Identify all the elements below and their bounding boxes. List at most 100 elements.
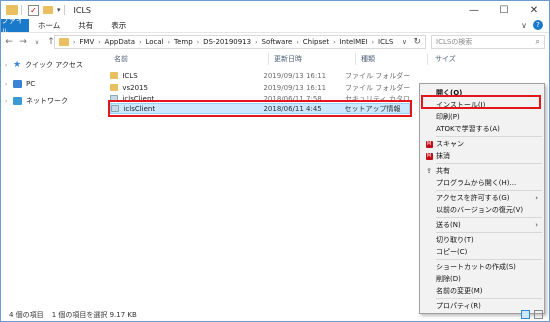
expand-icon[interactable]: › bbox=[5, 81, 13, 88]
breadcrumb-separator: › bbox=[255, 38, 258, 46]
breadcrumb-separator: › bbox=[371, 38, 375, 46]
back-button[interactable]: ← bbox=[3, 37, 15, 47]
menu-label: 共有 bbox=[436, 167, 450, 175]
properties-quick-icon[interactable]: ✓ bbox=[28, 4, 39, 16]
maximize-button[interactable]: ☐ bbox=[489, 1, 519, 19]
breadcrumb-icls[interactable]: ICLS bbox=[378, 38, 393, 46]
menu-item-atok[interactable]: ATOKで学習する(A) bbox=[420, 123, 544, 135]
submenu-arrow-icon: › bbox=[535, 194, 538, 202]
column-header-type[interactable]: 種類 bbox=[361, 54, 375, 64]
menu-separator bbox=[436, 136, 542, 137]
context-menu: 開く(O) インストール(I) 印刷(P) ATOKで学習する(A) M スキャン… bbox=[419, 83, 545, 314]
tab-file[interactable]: ファイル bbox=[1, 16, 29, 36]
menu-label: プログラムから開く(H)... bbox=[436, 179, 517, 187]
menu-item-restore[interactable]: 以前のバージョンの復元(V) bbox=[420, 204, 544, 216]
refresh-icon[interactable]: ↻ bbox=[413, 37, 421, 47]
recent-locations-icon[interactable]: ∨ bbox=[31, 39, 43, 46]
menu-item-delete[interactable]: 削除(D) bbox=[420, 273, 544, 285]
menu-label: 抹消 bbox=[436, 152, 450, 160]
menu-label: 以前のバージョンの復元(V) bbox=[436, 206, 524, 214]
expand-icon[interactable]: › bbox=[5, 98, 13, 105]
menu-separator bbox=[436, 232, 542, 233]
nav-item-quick-access[interactable]: › ★ クイック アクセス bbox=[5, 59, 83, 71]
menu-label: コピー(C) bbox=[436, 248, 468, 256]
menu-item-share[interactable]: ⇪ 共有 bbox=[420, 165, 544, 177]
column-header-size[interactable]: サイズ bbox=[435, 54, 456, 64]
divider bbox=[63, 5, 65, 15]
nav-item-pc[interactable]: › PC bbox=[5, 78, 35, 90]
new-folder-quick-icon[interactable] bbox=[43, 6, 53, 14]
status-bar: 4 個の項目 1 個の項目を選択 9.17 KB bbox=[1, 308, 549, 322]
menu-label: ATOKで学習する(A) bbox=[436, 125, 500, 133]
breadcrumb-chipset[interactable]: Chipset bbox=[303, 38, 329, 46]
search-icon[interactable]: ⌕ bbox=[536, 37, 540, 47]
breadcrumb-separator: › bbox=[139, 38, 142, 46]
submenu-arrow-icon: › bbox=[535, 221, 538, 229]
file-type: ファイル フォルダー bbox=[345, 71, 410, 80]
breadcrumb-local[interactable]: Local bbox=[145, 38, 163, 46]
menu-item-create-shortcut[interactable]: ショートカットの作成(S) bbox=[420, 261, 544, 273]
nav-label: クイック アクセス bbox=[25, 61, 83, 69]
breadcrumb-separator: › bbox=[167, 38, 171, 46]
folder-icon bbox=[59, 38, 69, 46]
menu-item-scan[interactable]: M スキャン bbox=[420, 138, 544, 150]
large-icons-view-icon[interactable] bbox=[534, 310, 543, 319]
ribbon-right: ∨ ? bbox=[521, 20, 543, 30]
menu-item-cut[interactable]: 切り取り(T) bbox=[420, 234, 544, 246]
menu-label: 削除(D) bbox=[436, 275, 461, 283]
menu-label: ショートカットの作成(S) bbox=[436, 263, 516, 271]
breadcrumb-separator: › bbox=[333, 38, 336, 46]
highlight-box bbox=[421, 95, 541, 109]
menu-label: 名前の変更(M) bbox=[436, 287, 483, 295]
menu-item-rename[interactable]: 名前の変更(M) bbox=[420, 285, 544, 297]
address-bar[interactable]: › FMV › AppData › Local › Temp › DS-2019… bbox=[54, 35, 426, 49]
search-input[interactable]: ICLSの検索 ⌕ bbox=[431, 35, 545, 49]
expand-icon[interactable]: › bbox=[5, 62, 13, 69]
tab-view[interactable]: 表示 bbox=[102, 19, 135, 32]
close-button[interactable]: ✕ bbox=[519, 1, 549, 19]
menu-item-copy[interactable]: コピー(C) bbox=[420, 246, 544, 258]
breadcrumb-software[interactable]: Software bbox=[262, 38, 293, 46]
column-divider[interactable] bbox=[427, 53, 428, 65]
menu-item-erase[interactable]: M 抹消 bbox=[420, 150, 544, 162]
window-controls: — ☐ ✕ bbox=[459, 1, 549, 19]
folder-icon bbox=[110, 72, 119, 79]
tab-share[interactable]: 共有 bbox=[69, 19, 102, 32]
breadcrumb-intelmei[interactable]: IntelMEI bbox=[340, 38, 368, 46]
highlight-box bbox=[108, 100, 412, 117]
explorer-window: ✓ ▾ ICLS — ☐ ✕ ファイル ホーム 共有 表示 ∨ ? ← → ∨ … bbox=[0, 0, 550, 322]
minimize-button[interactable]: — bbox=[459, 1, 489, 19]
quick-access-toolbar-dropdown-icon[interactable]: ▾ bbox=[57, 6, 61, 14]
file-date: 2019/09/13 16:11 bbox=[263, 83, 327, 92]
folder-icon bbox=[6, 5, 18, 15]
file-name: ICLS bbox=[122, 71, 138, 80]
menu-item-print[interactable]: 印刷(P) bbox=[420, 111, 544, 123]
menu-item-open-with[interactable]: プログラムから開く(H)... bbox=[420, 177, 544, 189]
file-type: ファイル フォルダー bbox=[345, 83, 410, 92]
divider bbox=[21, 5, 22, 15]
list-item[interactable]: ICLS 2019/09/13 16:11 ファイル フォルダー bbox=[110, 70, 410, 81]
details-view-icon[interactable] bbox=[521, 310, 530, 319]
breadcrumb-fmv[interactable]: FMV bbox=[79, 38, 94, 46]
column-divider[interactable] bbox=[268, 53, 269, 65]
breadcrumb-separator: › bbox=[98, 38, 101, 46]
tab-home[interactable]: ホーム bbox=[29, 19, 69, 32]
nav-item-network[interactable]: › ネットワーク bbox=[5, 95, 68, 107]
address-row: ← → ∨ ↑ › FMV › AppData › Local › Temp ›… bbox=[1, 34, 549, 50]
column-header-date[interactable]: 更新日時 bbox=[274, 54, 302, 64]
menu-item-send-to[interactable]: 送る(N) › bbox=[420, 219, 544, 231]
breadcrumb-appdata[interactable]: AppData bbox=[105, 38, 135, 46]
breadcrumb-ds[interactable]: DS-20190913 bbox=[203, 38, 251, 46]
column-header-name[interactable]: 名前 bbox=[114, 54, 128, 64]
help-icon[interactable]: ? bbox=[533, 20, 543, 30]
column-divider[interactable] bbox=[355, 53, 356, 65]
list-item[interactable]: vs2015 2019/09/13 16:11 ファイル フォルダー bbox=[110, 82, 410, 93]
breadcrumb-separator: › bbox=[296, 38, 299, 46]
menu-item-give-access[interactable]: アクセスを許可する(G) › bbox=[420, 192, 544, 204]
forward-button[interactable]: → bbox=[17, 37, 29, 47]
address-dropdown-icon[interactable]: ∨ bbox=[402, 38, 407, 46]
breadcrumb-temp[interactable]: Temp bbox=[174, 38, 193, 46]
file-date: 2019/09/13 16:11 bbox=[263, 71, 327, 80]
star-icon: ★ bbox=[13, 60, 22, 70]
expand-ribbon-icon[interactable]: ∨ bbox=[521, 21, 527, 30]
